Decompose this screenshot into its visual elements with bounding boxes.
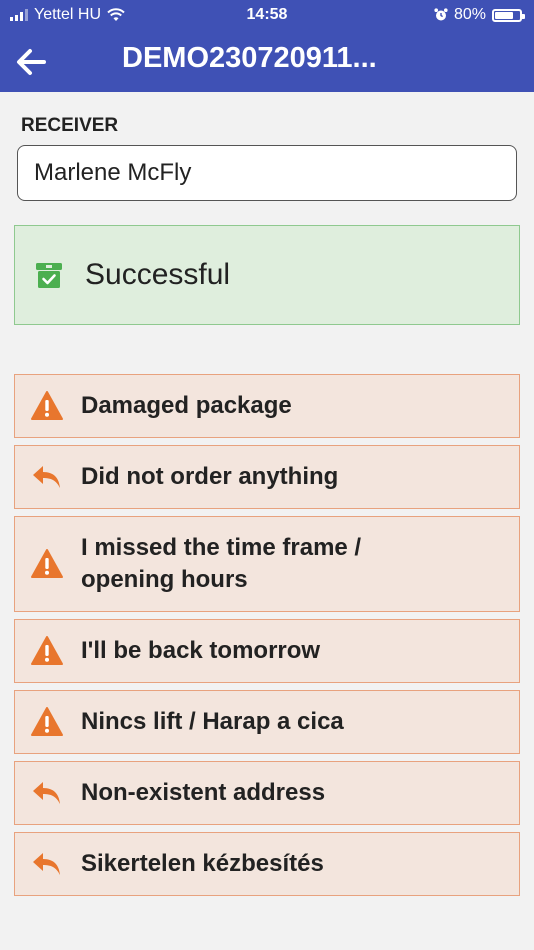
back-button[interactable] [14, 45, 48, 79]
failure-reason-list: Damaged package Did not order anything I… [14, 374, 520, 903]
status-right: 80% [434, 6, 525, 24]
failure-option-back-tomorrow[interactable]: I'll be back tomorrow [14, 619, 520, 683]
failure-option-label: Did not order anything [81, 463, 339, 490]
failure-option-label: Non-existent address [81, 779, 326, 806]
receiver-input[interactable] [17, 145, 517, 201]
warning-icon [31, 636, 63, 665]
successful-label: Successful [85, 258, 231, 291]
failure-option-did-not-order[interactable]: Did not order anything [14, 445, 520, 509]
status-bar: Yettel HU 14:58 80% [0, 0, 534, 30]
failure-option-label: I missed the time frame / opening hours [81, 534, 362, 593]
reply-icon [33, 782, 60, 804]
successful-button[interactable]: Successful [14, 225, 520, 325]
failure-option-non-existent-address[interactable]: Non-existent address [14, 761, 520, 825]
failure-option-label: Sikertelen kézbesítés [81, 850, 324, 877]
warning-icon [31, 549, 63, 578]
app-bar: DEMO230720911... [0, 30, 534, 92]
warning-icon [31, 707, 63, 736]
battery-icon [492, 8, 525, 22]
failure-option-damaged-package[interactable]: Damaged package [14, 374, 520, 438]
reply-icon [33, 853, 60, 875]
battery-percent: 80% [453, 6, 486, 23]
failure-option-missed-time-frame[interactable]: I missed the time frame / opening hours [14, 516, 520, 612]
receiver-label: RECEIVER [21, 115, 119, 136]
failure-option-sikertelen-kezbesites[interactable]: Sikertelen kézbesítés [14, 832, 520, 896]
failure-option-label: Damaged package [81, 392, 292, 419]
package-check-icon [36, 263, 62, 288]
page-title: DEMO230720911... [122, 42, 377, 74]
failure-option-label: I'll be back tomorrow [81, 637, 321, 664]
failure-option-label: Nincs lift / Harap a cica [81, 708, 344, 735]
arrow-left-icon [17, 49, 46, 75]
alarm-icon [434, 8, 448, 21]
reply-icon [33, 466, 60, 488]
warning-icon [31, 391, 63, 420]
failure-option-nincs-lift[interactable]: Nincs lift / Harap a cica [14, 690, 520, 754]
